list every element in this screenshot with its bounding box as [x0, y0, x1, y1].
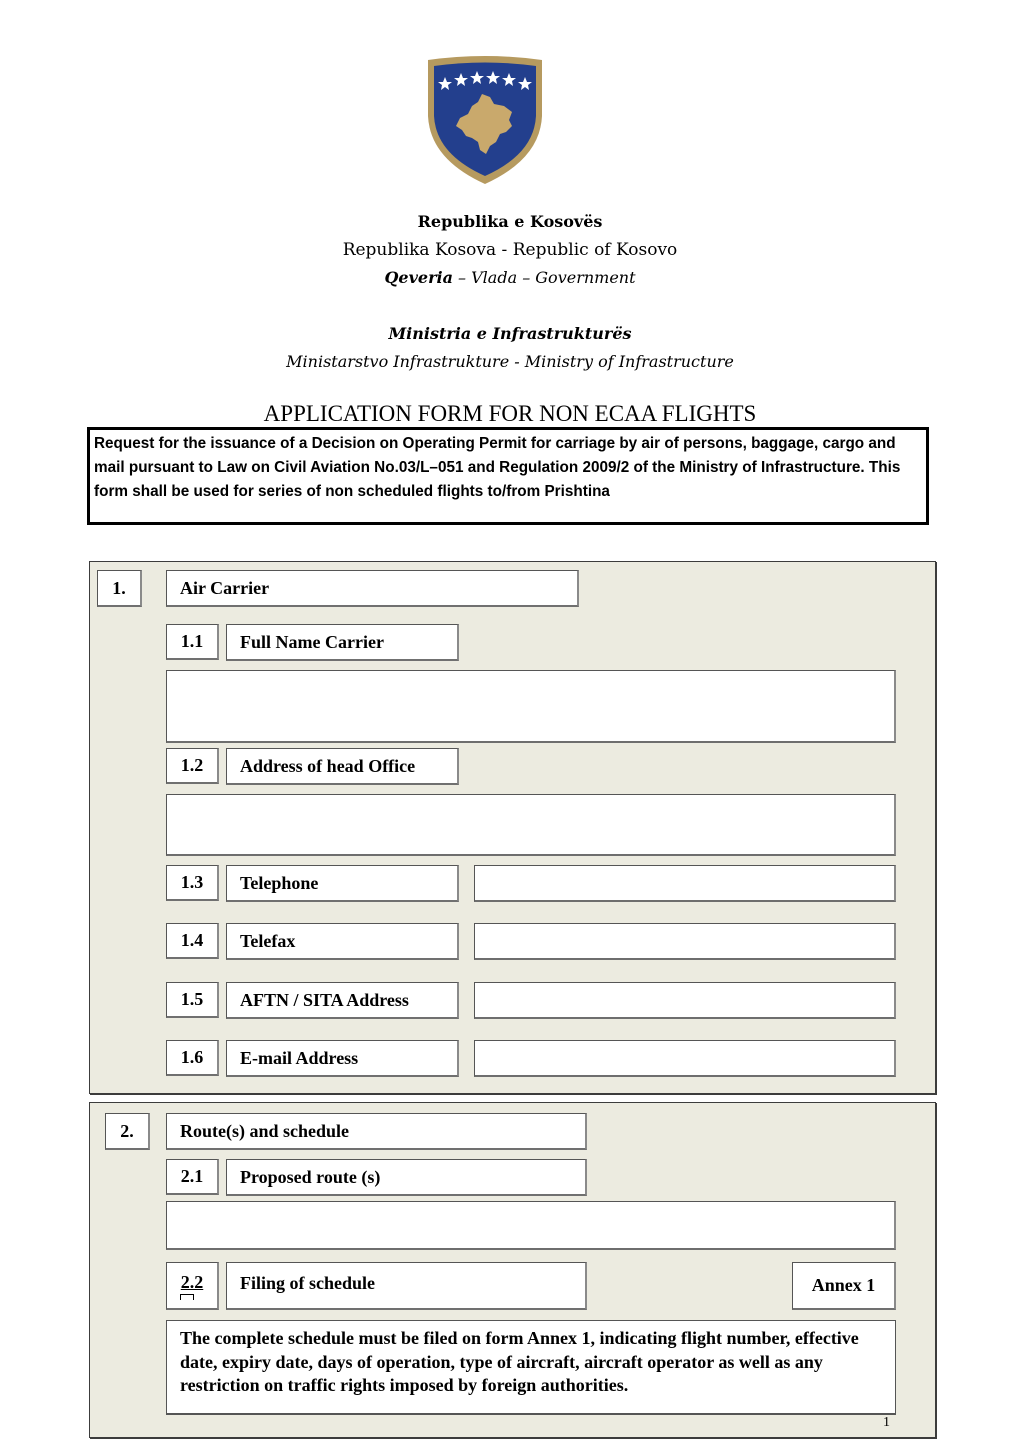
item-1-5-number: 1.5 [166, 982, 219, 1018]
item-1-5-label: AFTN / SITA Address [226, 982, 459, 1019]
email-address-field[interactable] [474, 1040, 896, 1077]
item-2-2-label: Filing of schedule [226, 1262, 587, 1310]
coat-of-arms-icon [428, 56, 542, 184]
item-2-1-label: Proposed route (s) [226, 1159, 587, 1196]
checkbox-marker-icon[interactable] [180, 1294, 194, 1300]
annex-1-button[interactable]: Annex 1 [792, 1262, 896, 1310]
item-1-3-label: Telephone [226, 865, 459, 902]
republic-name-albanian: Republika e Kosovës [417, 212, 603, 231]
section2-number: 2. [105, 1113, 150, 1150]
telephone-field[interactable] [474, 865, 896, 902]
telefax-field[interactable] [474, 923, 896, 960]
government-other: – Vlada – Government [452, 268, 636, 287]
full-name-carrier-field[interactable] [166, 670, 896, 743]
item-2-1-number: 2.1 [166, 1159, 219, 1195]
item-1-2-number: 1.2 [166, 748, 219, 784]
page-number: 1 [883, 1415, 890, 1430]
item-1-1-number: 1.1 [166, 624, 219, 660]
item-1-1-label: Full Name Carrier [226, 624, 459, 661]
government-albanian: Qeveria [384, 268, 453, 287]
republic-name-serbian-english: Republika Kosova - Republic of Kosovo [342, 240, 678, 260]
schedule-filing-note: The complete schedule must be filed on f… [166, 1320, 896, 1415]
ministry-name-albanian: Ministria e Infrastrukturës [388, 324, 632, 343]
item-1-6-label: E-mail Address [226, 1040, 459, 1077]
section2-title: Route(s) and schedule [166, 1113, 587, 1150]
head-office-address-field[interactable] [166, 794, 896, 856]
form-intro: Request for the issuance of a Decision o… [87, 427, 929, 525]
item-1-6-number: 1.6 [166, 1040, 219, 1076]
item-2-2-number: 2.2 [166, 1262, 219, 1310]
item-1-3-number: 1.3 [166, 865, 219, 901]
item-1-4-number: 1.4 [166, 923, 219, 959]
form-title: APPLICATION FORM FOR NON ECAA FLIGHTS [263, 401, 757, 426]
aftn-sita-address-field[interactable] [474, 982, 896, 1019]
section1-title: Air Carrier [166, 570, 579, 607]
government-line: Qeveria – Vlada – Government [0, 268, 1020, 287]
item-1-4-label: Telefax [226, 923, 459, 960]
item-2-2-number-text: 2.2 [180, 1272, 204, 1292]
section1-number: 1. [97, 570, 142, 607]
ministry-name-serbian-english: Ministarstvo Infrastrukture - Ministry o… [286, 352, 734, 371]
proposed-routes-field[interactable] [166, 1201, 896, 1250]
item-1-2-label: Address of head Office [226, 748, 459, 785]
